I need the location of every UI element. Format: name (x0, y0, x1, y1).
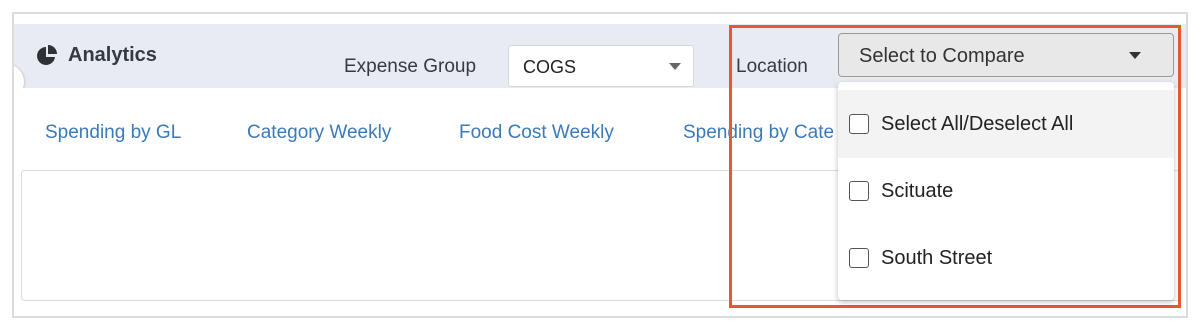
dropdown-item-scituate[interactable]: Scituate (838, 157, 1174, 225)
dropdown-item-label: South Street (881, 246, 993, 269)
pie-chart-icon (36, 44, 58, 67)
location-compare-select[interactable]: Select to Compare (838, 33, 1174, 77)
dropdown-item-label: Scituate (881, 179, 954, 202)
expense-group-select[interactable]: COGS (508, 45, 694, 87)
location-compare-placeholder: Select to Compare (859, 45, 1025, 67)
chevron-down-icon (1129, 52, 1141, 59)
dropdown-item-south-street[interactable]: South Street (838, 224, 1174, 292)
page-title: Analytics (36, 44, 157, 67)
tab-spending-by-gl[interactable]: Spending by GL (45, 122, 181, 144)
expense-group-value: COGS (523, 57, 577, 77)
expense-group-label: Expense Group (344, 56, 477, 77)
tab-category-weekly[interactable]: Category Weekly (247, 122, 391, 144)
dropdown-item-select-all[interactable]: Select All/Deselect All (838, 90, 1174, 158)
tab-food-cost-weekly[interactable]: Food Cost Weekly (459, 122, 614, 144)
select-all-checkbox[interactable] (849, 114, 869, 134)
page-title-text: Analytics (68, 44, 157, 66)
location-dropdown-menu: Select All/Deselect All Scituate South S… (838, 82, 1174, 300)
chevron-down-icon (669, 63, 681, 70)
scituate-checkbox[interactable] (849, 181, 869, 201)
dropdown-item-label: Select All/Deselect All (881, 112, 1074, 135)
south-street-checkbox[interactable] (849, 248, 869, 268)
